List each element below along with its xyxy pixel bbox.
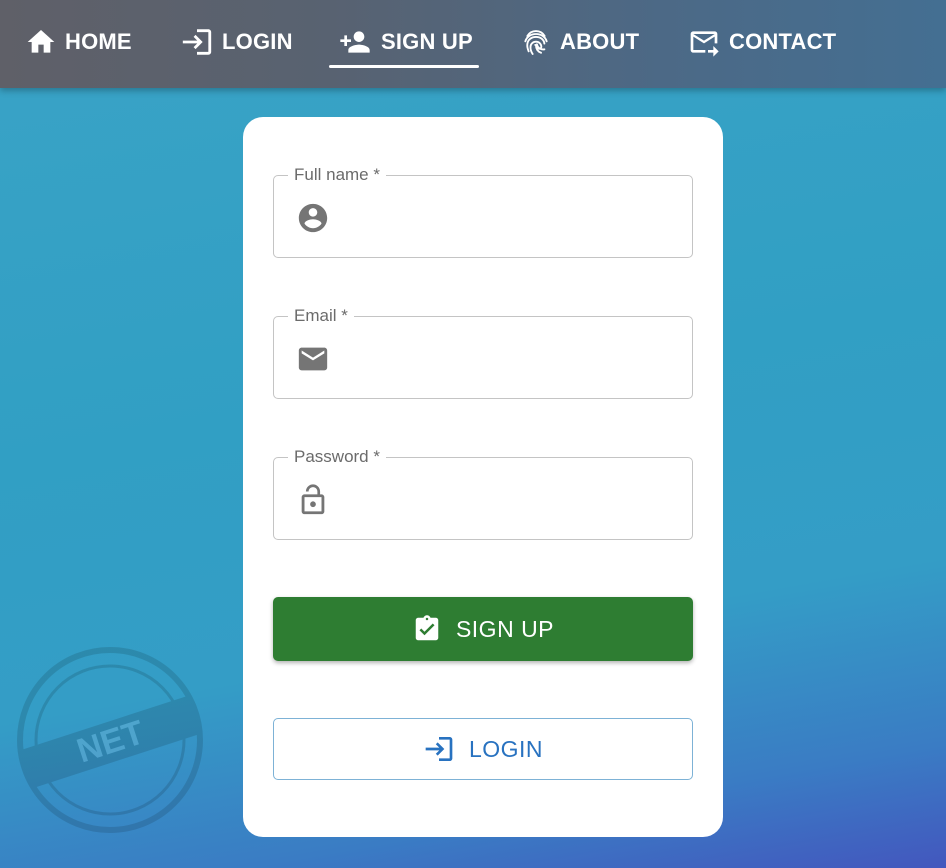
password-input[interactable] xyxy=(344,478,674,518)
password-label: Password * xyxy=(288,446,386,468)
nav-contact[interactable]: CONTACT xyxy=(687,24,836,60)
nav-contact-label: CONTACT xyxy=(729,29,837,54)
account-circle-icon xyxy=(298,203,328,233)
nav-about[interactable]: ABOUT xyxy=(520,24,639,60)
nav-login-label: LOGIN xyxy=(222,29,293,54)
nav-home-label: HOME xyxy=(65,29,132,54)
person-add-icon xyxy=(340,31,370,53)
login-button[interactable]: LOGIN xyxy=(273,718,693,780)
active-tab-indicator xyxy=(329,65,479,68)
signup-card: Full name * Email * Password * SIGN UP L… xyxy=(243,117,723,837)
email-input[interactable] xyxy=(344,337,674,377)
nav-login[interactable]: LOGIN xyxy=(180,24,293,60)
lock-open-icon xyxy=(301,484,325,515)
top-navbar: HOME LOGIN SIGN UP ABOUT CONTACT xyxy=(0,0,946,88)
nav-about-label: ABOUT xyxy=(560,29,640,54)
email-field[interactable]: Email * xyxy=(273,305,693,399)
login-icon xyxy=(425,737,453,761)
email-label: Email * xyxy=(288,305,354,327)
nav-signup-label: SIGN UP xyxy=(381,29,473,54)
nav-home[interactable]: HOME xyxy=(25,24,132,60)
login-icon xyxy=(182,29,212,55)
nav-signup[interactable]: SIGN UP xyxy=(337,24,473,60)
forward-mail-icon xyxy=(690,31,719,57)
fingerprint-icon xyxy=(524,30,548,55)
fullname-input[interactable] xyxy=(344,196,674,236)
login-button-label: LOGIN xyxy=(468,735,544,762)
password-field[interactable]: Password * xyxy=(273,446,693,540)
mail-icon xyxy=(298,347,328,371)
home-icon xyxy=(27,30,55,53)
assignment-turned-in-icon xyxy=(415,615,439,641)
fullname-label: Full name * xyxy=(288,164,386,186)
fullname-field[interactable]: Full name * xyxy=(273,164,693,258)
watermark-stamp: NET xyxy=(17,647,203,833)
signup-button[interactable]: SIGN UP xyxy=(273,597,693,661)
signup-button-label: SIGN UP xyxy=(455,615,555,642)
